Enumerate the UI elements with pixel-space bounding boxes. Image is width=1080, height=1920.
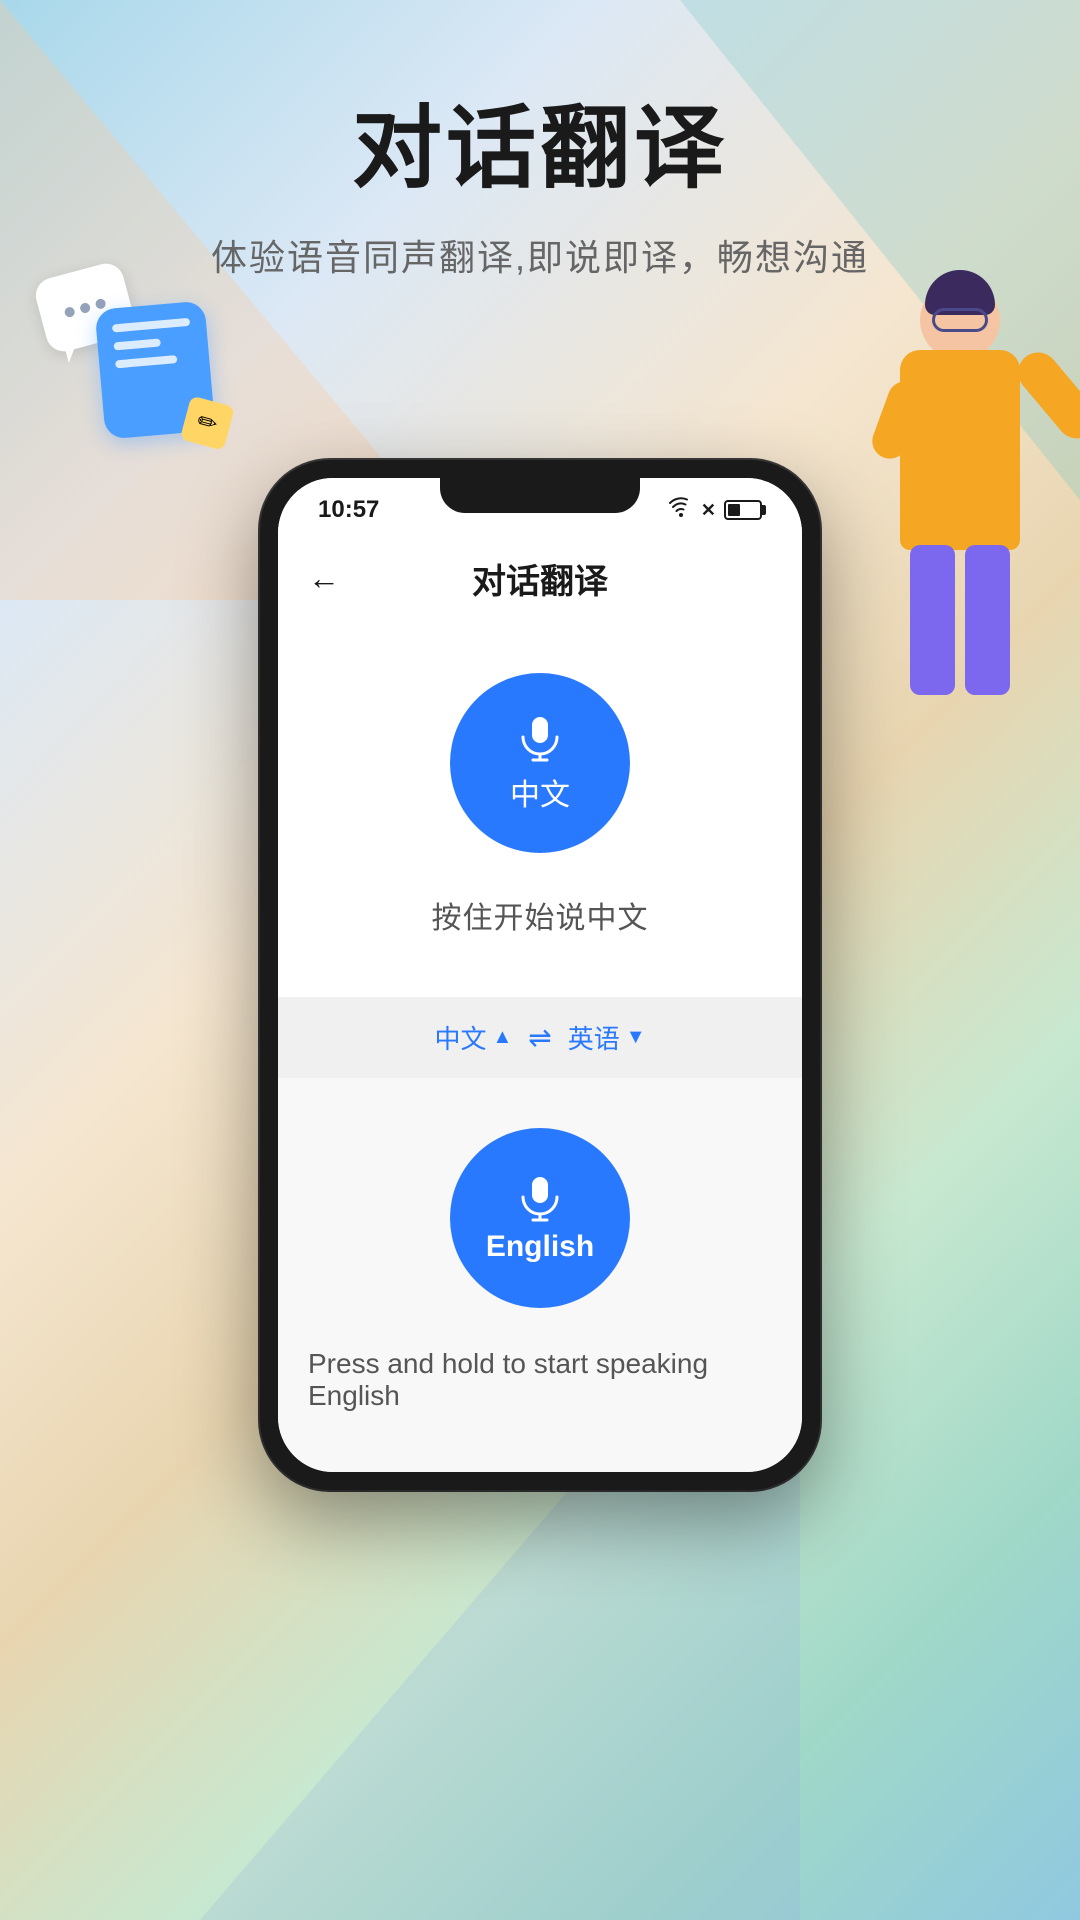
battery-icon [724,500,762,520]
decorative-icons: ✏ [50,250,160,455]
wifi-icon [669,497,693,523]
character-legs [910,545,1010,695]
bottom-panel-english: English Press and hold to start speaking… [278,1078,802,1472]
chinese-prompt: 按住开始说中文 [432,893,649,937]
target-lang-button[interactable]: 英语 ▼ [568,1019,646,1056]
source-lang-button[interactable]: 中文 ▲ [434,1019,512,1056]
chinese-mic-label: 中文 [510,770,570,814]
phone-notch [440,478,640,513]
main-title: 对话翻译 [0,100,1080,199]
target-lang-arrow: ▼ [626,1026,646,1049]
source-lang-arrow: ▲ [492,1026,512,1049]
app-header-title: 对话翻译 [472,554,608,603]
status-icons: ✕ [669,497,762,523]
mic-icon-top [515,712,565,762]
chinese-mic-button[interactable]: 中文 [450,673,630,853]
signal-x-icon: ✕ [701,500,716,521]
app-header: ← 对话翻译 [278,534,802,623]
phone-inner: 10:57 ✕ [278,478,802,1472]
language-divider: 中文 ▲ ⇌ 英语 ▼ [278,997,802,1078]
sub-title: 体验语音同声翻译,即说即译，畅想沟通 [0,229,1080,281]
character-body [900,350,1020,550]
top-panel-chinese: 中文 按住开始说中文 [278,623,802,997]
mic-icon-bottom [515,1172,565,1222]
english-mic-button[interactable]: English [450,1128,630,1308]
swap-languages-icon[interactable]: ⇌ [528,1021,551,1054]
source-lang-label: 中文 [434,1019,486,1056]
target-lang-label: 英语 [568,1019,620,1056]
character-illustration [860,280,1060,780]
list-card-icon: ✏ [95,300,216,439]
phone-mockup: 10:57 ✕ [200,460,880,1490]
back-button[interactable]: ← [308,560,340,597]
english-prompt: Press and hold to start speaking English [308,1348,772,1412]
status-time: 10:57 [318,496,379,524]
title-section: 对话翻译 体验语音同声翻译,即说即译，畅想沟通 [0,0,1080,281]
english-mic-label: English [486,1230,594,1264]
phone-outer: 10:57 ✕ [260,460,820,1490]
character-head [920,280,1000,360]
